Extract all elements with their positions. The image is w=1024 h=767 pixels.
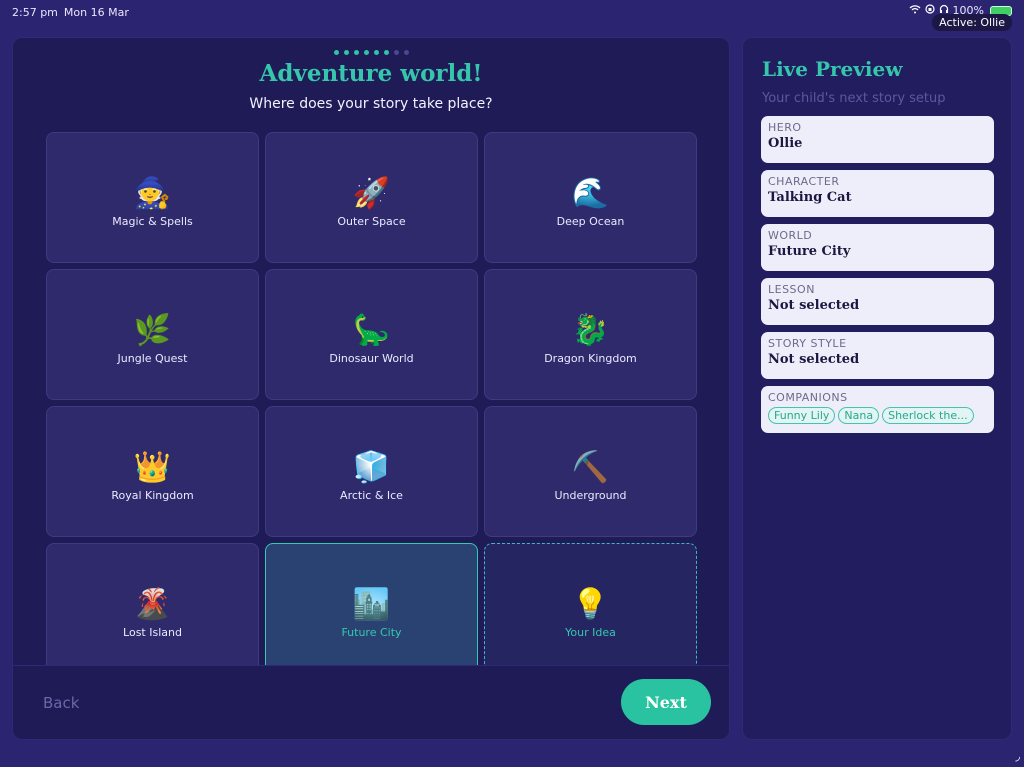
card-value: Future City (768, 244, 851, 259)
preview-title: Live Preview (762, 57, 903, 81)
world-label: Outer Space (337, 215, 406, 228)
world-label: Lost Island (123, 626, 182, 639)
card-value: Ollie (768, 136, 803, 151)
world-option-dragon-kingdom[interactable]: 🐉 Dragon Kingdom (484, 269, 697, 400)
resize-handle-icon: ◞ (1015, 749, 1020, 763)
preview-card-lesson: LESSON Not selected (761, 278, 994, 325)
world-label: Arctic & Ice (340, 489, 403, 502)
city-icon: 🏙️ (352, 587, 391, 622)
next-button[interactable]: Next (621, 679, 711, 725)
step-dot (363, 50, 369, 55)
world-label: Dragon Kingdom (544, 352, 637, 365)
world-label: Magic & Spells (112, 215, 193, 228)
world-label: Your Idea (565, 626, 616, 639)
wifi-icon (909, 4, 921, 17)
step-dot (333, 50, 339, 55)
leaf-icon: 🌿 (133, 313, 172, 348)
active-user-badge[interactable]: Active: Ollie (932, 14, 1012, 31)
step-dot (383, 50, 389, 55)
card-key: COMPANIONS (768, 391, 848, 404)
lightbulb-icon: 💡 (571, 587, 610, 622)
preview-card-companions: COMPANIONS Funny Lily Nana Sherlock the.… (761, 386, 994, 433)
preview-card-character: CHARACTER Talking Cat (761, 170, 994, 217)
preview-cards: HERO Ollie CHARACTER Talking Cat WORLD F… (761, 116, 994, 440)
world-option-future-city[interactable]: 🏙️ Future City (265, 543, 478, 674)
page-subtitle: Where does your story take place? (249, 96, 493, 112)
world-label: Underground (554, 489, 627, 502)
world-option-your-idea[interactable]: 💡 Your Idea (484, 543, 697, 674)
preview-card-hero: HERO Ollie (761, 116, 994, 163)
world-label: Jungle Quest (117, 352, 188, 365)
status-time: 2:57 pm (12, 6, 58, 19)
dragon-icon: 🐉 (571, 313, 610, 348)
live-preview-panel: Live Preview Your child's next story set… (742, 37, 1012, 740)
volcano-icon: 🌋 (133, 587, 172, 622)
world-label: Future City (341, 626, 402, 639)
step-dot (393, 50, 399, 55)
status-date: Mon 16 Mar (63, 6, 129, 19)
world-option-lost-island[interactable]: 🌋 Lost Island (46, 543, 259, 674)
back-button[interactable]: Back (43, 694, 79, 712)
world-option-royal-kingdom[interactable]: 👑 Royal Kingdom (46, 406, 259, 537)
world-option-jungle-quest[interactable]: 🌿 Jungle Quest (46, 269, 259, 400)
crown-icon: 👑 (133, 450, 172, 485)
card-key: HERO (768, 121, 802, 134)
world-label: Deep Ocean (556, 215, 625, 228)
step-progress (13, 50, 729, 55)
step-dot (403, 50, 409, 55)
card-value: Not selected (768, 298, 860, 313)
card-key: STORY STYLE (768, 337, 847, 350)
world-label: Dinosaur World (329, 352, 414, 365)
card-key: LESSON (768, 283, 815, 296)
step-dot (343, 50, 349, 55)
preview-card-world: WORLD Future City (761, 224, 994, 271)
card-value: Talking Cat (768, 190, 852, 205)
world-option-deep-ocean[interactable]: 🌊 Deep Ocean (484, 132, 697, 263)
card-key: WORLD (768, 229, 813, 242)
companion-chips: Funny Lily Nana Sherlock the... (768, 407, 987, 424)
page-title: Adventure world! (259, 60, 483, 87)
step-dot (353, 50, 359, 55)
card-key: CHARACTER (768, 175, 840, 188)
world-option-outer-space[interactable]: 🚀 Outer Space (265, 132, 478, 263)
wave-icon: 🌊 (571, 176, 610, 211)
lock-rotation-icon (924, 4, 935, 17)
world-option-underground[interactable]: ⛏️ Underground (484, 406, 697, 537)
dinosaur-icon: 🦕 (352, 313, 391, 348)
world-label: Royal Kingdom (111, 489, 194, 502)
card-value: Not selected (768, 352, 860, 367)
status-bar: 2:57 pm Mon 16 Mar 100% Active: Ollie (0, 0, 1024, 31)
footer-bar: Back Next (13, 665, 729, 739)
pickaxe-icon: ⛏️ (571, 450, 610, 485)
world-option-magic-spells[interactable]: 🧙 Magic & Spells (46, 132, 259, 263)
world-grid: 🧙 Magic & Spells 🚀 Outer Space 🌊 Deep Oc… (46, 132, 698, 674)
world-option-arctic-ice[interactable]: 🧊 Arctic & Ice (265, 406, 478, 537)
companion-chip: Sherlock the... (882, 407, 974, 424)
world-selection-panel: Adventure world! Where does your story t… (12, 37, 730, 740)
companion-chip: Nana (838, 407, 880, 424)
preview-card-story-style: STORY STYLE Not selected (761, 332, 994, 379)
step-dot (373, 50, 379, 55)
wizard-icon: 🧙 (133, 176, 172, 211)
companion-chip: Funny Lily (768, 407, 836, 424)
rocket-icon: 🚀 (352, 176, 391, 211)
ice-cube-icon: 🧊 (352, 450, 391, 485)
preview-subtitle: Your child's next story setup (762, 91, 946, 106)
world-option-dinosaur-world[interactable]: 🦕 Dinosaur World (265, 269, 478, 400)
